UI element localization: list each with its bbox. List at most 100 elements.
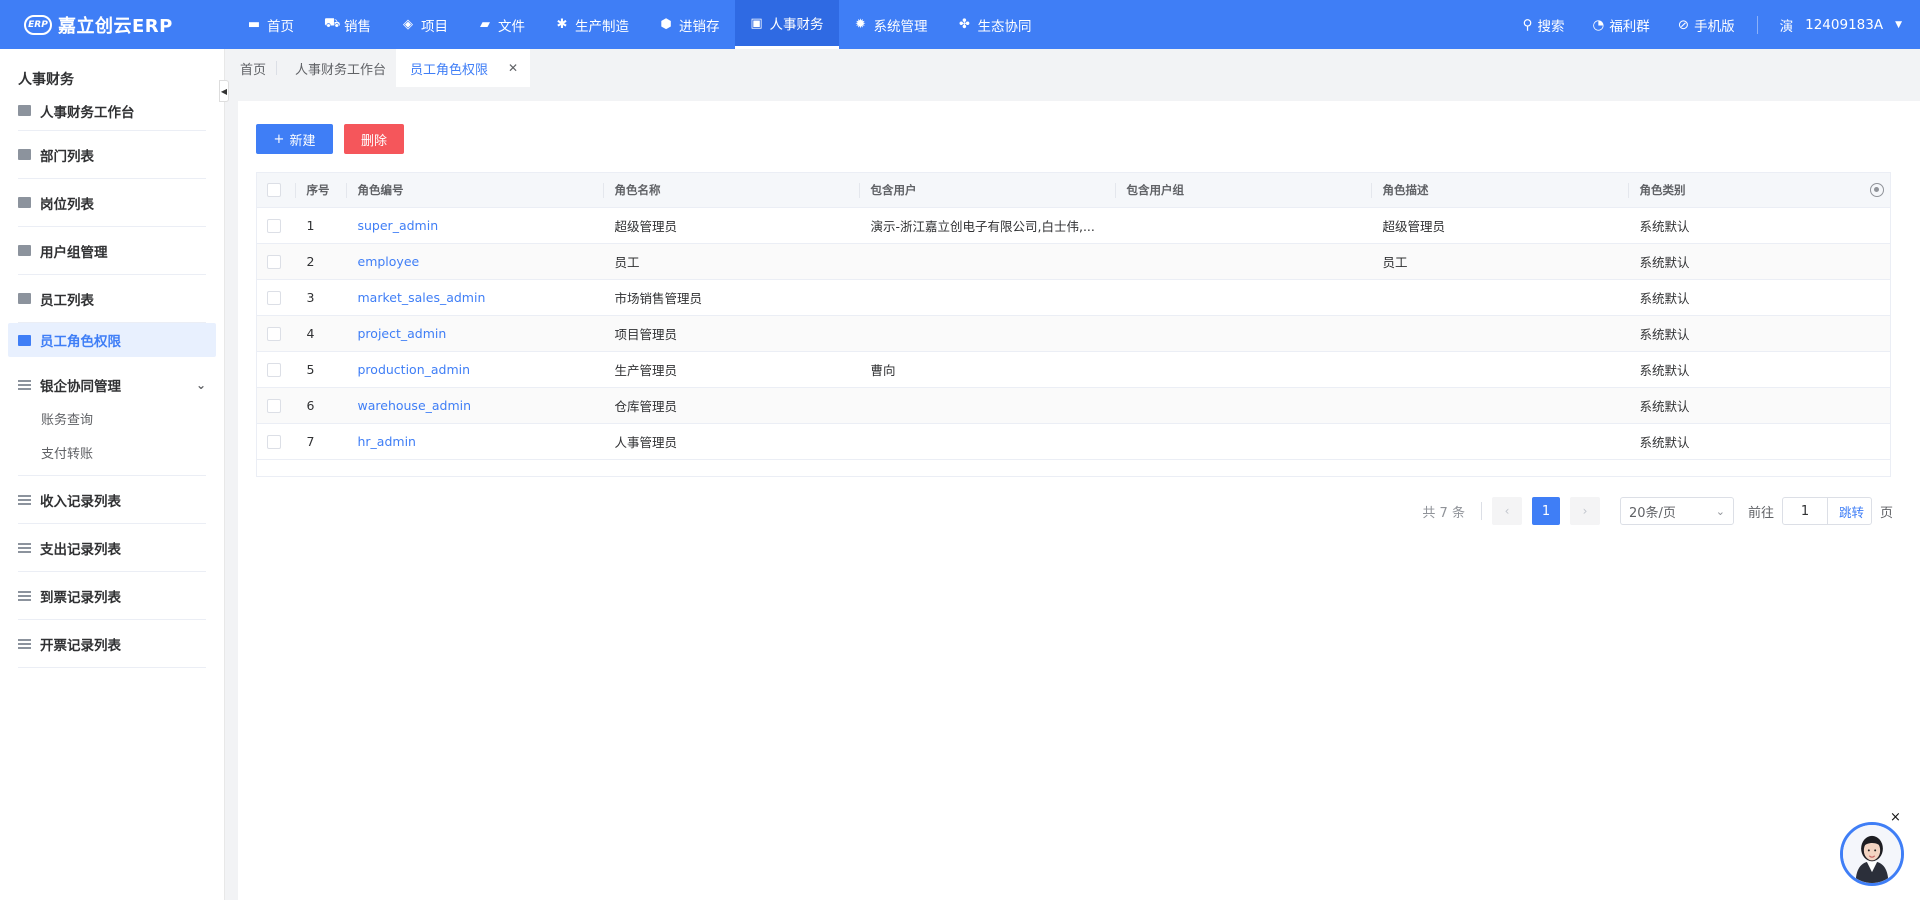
new-button[interactable]: + 新建 [256, 124, 333, 154]
sidebar-item-label: 用户组管理 [40, 244, 108, 261]
sidebar-group-label: 银企协同管理 [40, 379, 121, 395]
role-description [1370, 315, 1628, 352]
nav-item-5[interactable]: ⬢ 进销存 [644, 0, 735, 49]
column-header-description[interactable]: 角色描述 [1370, 172, 1628, 208]
nav-item-7[interactable]: ✹ 系统管理 [839, 0, 943, 49]
caret-down-icon: ▼ [1895, 19, 1902, 30]
goto-page-input[interactable]: 1 跳转 [1781, 497, 1872, 525]
row-index: 3 [294, 279, 346, 316]
row-checkbox[interactable] [267, 399, 281, 414]
nav-item-8[interactable]: ✤ 生态协同 [943, 0, 1047, 49]
row-checkbox[interactable] [267, 363, 281, 378]
sidebar-item-3[interactable]: 用户组管理 [18, 227, 206, 275]
user-id: 12409183A [1805, 16, 1884, 33]
sidebar-item-account-query[interactable]: 账务查询 [41, 401, 206, 435]
sidebar-item-record-2[interactable]: 到票记录列表 [18, 572, 206, 620]
sidebar-item-1[interactable]: 部门列表 [18, 131, 206, 179]
role-code-link[interactable]: market_sales_admin [345, 279, 603, 316]
table-row[interactable]: 2 employee 员工 员工 系统默认 [256, 243, 1891, 280]
sidebar-item-2[interactable]: 岗位列表 [18, 179, 206, 227]
sidebar-group-bank[interactable]: 银企协同管理 ⌄ [18, 369, 206, 401]
table-row[interactable]: 7 hr_admin 人事管理员 系统默认 [256, 423, 1891, 460]
user-group-icon [18, 245, 31, 256]
role-code-link[interactable]: hr_admin [345, 423, 603, 460]
row-select-cell [256, 315, 295, 352]
nav-item-4[interactable]: ✱ 生产制造 [540, 0, 644, 49]
column-header-role-type[interactable]: 角色类别 [1627, 172, 1891, 208]
table-row[interactable]: 3 market_sales_admin 市场销售管理员 系统默认 [256, 279, 1891, 316]
role-code-link[interactable]: super_admin [345, 207, 603, 244]
sidebar-item-record-3[interactable]: 开票记录列表 [18, 620, 206, 668]
sidebar: 人事财务 人事财务工作台 部门列表 岗位列表 用户组管理 员工列表 员工角色权限 银企协同… [0, 49, 225, 900]
page-number-current[interactable]: 1 [1531, 497, 1560, 525]
nav-item-2[interactable]: ◈ 项目 [386, 0, 463, 49]
box-icon: ⬢ [660, 17, 672, 32]
department-icon [18, 149, 31, 160]
select-all-checkbox[interactable] [267, 183, 281, 198]
close-icon[interactable]: ✕ [508, 61, 518, 75]
column-settings-icon[interactable] [1870, 183, 1884, 197]
row-checkbox[interactable] [267, 435, 281, 450]
tab-hr-finance-workbench[interactable]: 人事财务工作台 [276, 49, 396, 87]
list-icon [18, 590, 31, 601]
table-row[interactable]: 4 project_admin 项目管理员 系统默认 [256, 315, 1891, 352]
tab-employee-role-permission[interactable]: 员工角色权限 ✕ [396, 49, 531, 87]
nav-item-label: 系统管理 [873, 18, 928, 35]
row-index: 6 [294, 387, 346, 424]
sidebar-item-label: 开票记录列表 [40, 637, 121, 654]
sidebar-item-4[interactable]: 员工列表 [18, 275, 206, 323]
column-header-role-code[interactable]: 角色编号 [345, 172, 603, 208]
column-header-role-name[interactable]: 角色名称 [602, 172, 859, 208]
delete-button[interactable]: 删除 [344, 124, 404, 154]
column-header-users[interactable]: 包含用户 [858, 172, 1115, 208]
column-header-user-groups[interactable]: 包含用户组 [1114, 172, 1371, 208]
nav-item-label: 人事财务 [769, 17, 824, 33]
row-select-cell [256, 351, 295, 388]
brand-logo[interactable]: ERP 嘉立创云ERP [0, 0, 232, 49]
tab-home[interactable]: 首页 [230, 49, 276, 87]
search-button[interactable]: ⚲ 搜索 [1509, 15, 1579, 35]
jump-button[interactable]: 跳转 [1826, 498, 1871, 524]
sidebar-item-label: 部门列表 [40, 148, 94, 165]
customer-service-avatar[interactable] [1840, 822, 1904, 886]
sidebar-item-payment-transfer[interactable]: 支付转账 [41, 435, 206, 469]
included-user-groups [1114, 423, 1371, 460]
sidebar-item-record-0[interactable]: 收入记录列表 [18, 476, 206, 524]
row-checkbox[interactable] [267, 219, 281, 234]
row-checkbox[interactable] [267, 255, 281, 270]
sidebar-item-record-1[interactable]: 支出记录列表 [18, 524, 206, 572]
row-checkbox[interactable] [267, 327, 281, 342]
mobile-version-button[interactable]: ⊘ 手机版 [1664, 15, 1749, 35]
table-row[interactable]: 1 super_admin 超级管理员 演示-浙江嘉立创电子有限公司,白士伟,... 超… [256, 207, 1891, 244]
employee-icon [18, 293, 31, 304]
welfare-group-button[interactable]: ◔ 福利群 [1579, 15, 1664, 35]
table-row[interactable]: 5 production_admin 生产管理员 曹向 系统默认 [256, 351, 1891, 388]
role-code-link[interactable]: project_admin [345, 315, 603, 352]
goto-page-value[interactable]: 1 [1783, 504, 1827, 519]
sidebar-item-0[interactable]: 人事财务工作台 [18, 91, 206, 131]
role-code-link[interactable]: production_admin [345, 351, 603, 388]
row-index: 7 [294, 423, 346, 460]
table-row[interactable]: 6 warehouse_admin 仓库管理员 系统默认 [256, 387, 1891, 424]
included-user-groups [1114, 315, 1371, 352]
role-type: 系统默认 [1627, 207, 1891, 244]
nav-item-6[interactable]: ▣ 人事财务 [734, 0, 839, 49]
erp-cloud-icon: ERP [24, 14, 52, 35]
role-code-link[interactable]: employee [345, 243, 603, 280]
nav-item-3[interactable]: ▰ 文件 [463, 0, 540, 49]
user-menu[interactable]: 演 12409183A ▼ [1766, 15, 1902, 35]
row-checkbox[interactable] [267, 291, 281, 306]
chat-close-button[interactable]: × [1890, 810, 1901, 825]
role-type: 系统默认 [1627, 243, 1891, 280]
collapse-sidebar-button[interactable]: ◀ [219, 80, 229, 102]
nav-item-0[interactable]: ▬ 首页 [232, 0, 309, 49]
list-icon [18, 542, 31, 553]
role-code-link[interactable]: warehouse_admin [345, 387, 603, 424]
table-header-row: 序号 角色编号 角色名称 包含用户 包含用户组 角色描述 角色类别 [256, 172, 1891, 208]
prev-page-button[interactable]: ‹ [1491, 497, 1522, 525]
sidebar-item-label: 员工角色权限 [40, 334, 121, 350]
page-size-select[interactable]: 20条/页 ⌄ [1619, 497, 1734, 525]
next-page-button[interactable]: › [1569, 497, 1600, 525]
sidebar-item-5[interactable]: 员工角色权限 [8, 323, 216, 357]
nav-item-1[interactable]: ⛟ 销售 [309, 0, 386, 49]
